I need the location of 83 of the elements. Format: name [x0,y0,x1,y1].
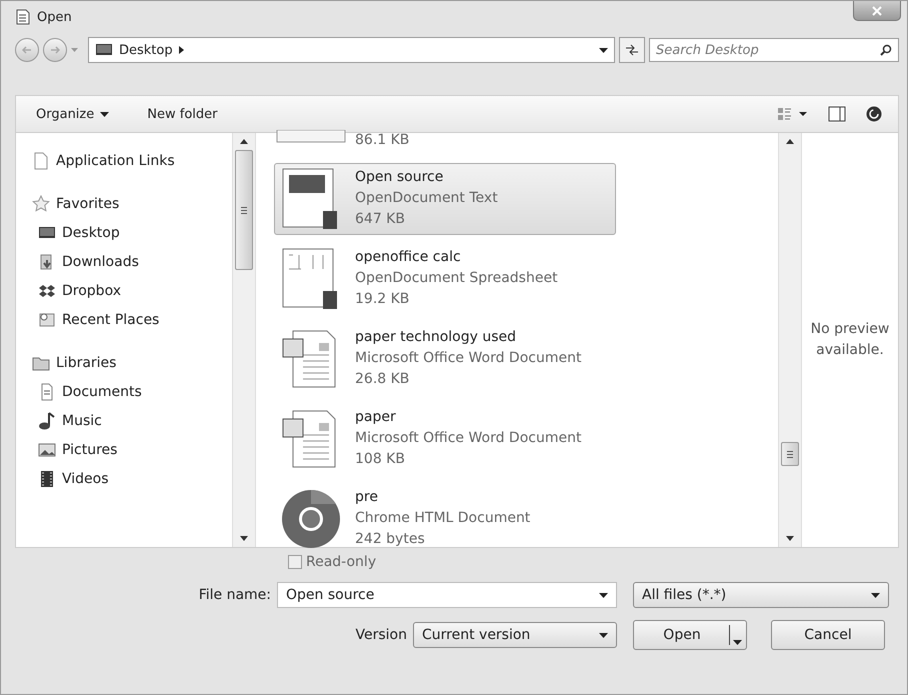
file-item[interactable]: openoffice calc OpenDocument Spreadsheet 19.2 KB [274,243,616,315]
file-size: 647 KB [355,210,406,229]
file-list-scrollbar[interactable] [778,133,802,547]
scroll-thumb[interactable] [781,442,799,466]
star-icon [32,194,50,212]
split-caret-icon [733,640,742,645]
refresh-arrows-icon [625,44,639,56]
file-item[interactable]: 86.1 KB [274,129,616,155]
file-type-dropdown[interactable]: All files (*.*) [633,582,889,608]
address-bar[interactable]: Desktop [88,37,615,63]
nav-item[interactable]: Music [32,407,232,434]
help-icon[interactable] [866,106,882,122]
dropdown-caret-icon [599,632,608,638]
back-arrow-icon [22,45,32,55]
pictures-icon [38,440,56,458]
preview-pane-icon[interactable] [828,106,846,122]
file-item[interactable]: paper technology used Microsoft Office Word Document 26.8 KB [274,323,616,395]
file-size: 86.1 KB [355,131,410,150]
read-only-checkbox[interactable] [288,555,302,569]
nav-item[interactable]: Videos [32,465,232,492]
scroll-thumb[interactable] [235,150,253,270]
forward-arrow-icon [50,45,60,55]
dropdown-caret-icon [100,112,110,116]
file-type: OpenDocument Spreadsheet [355,269,558,288]
view-options-icon[interactable] [778,107,808,121]
dropdown-caret-icon [599,592,608,598]
file-name: paper technology used [355,328,518,347]
scroll-down-icon[interactable] [240,536,248,541]
nav-item[interactable]: Pictures [32,436,232,463]
breadcrumb-location[interactable]: Desktop [119,42,173,58]
new-folder-button[interactable]: New folder [143,104,222,124]
cancel-button[interactable]: Cancel [771,620,885,650]
search-field[interactable]: Search Desktop [649,38,899,62]
grip-icon [787,450,793,458]
scroll-down-icon[interactable] [786,536,794,541]
file-type: OpenDocument Text [355,189,498,208]
file-name-label: File name: [198,587,271,603]
scroll-up-icon[interactable] [786,139,794,144]
open-button[interactable]: Open [633,620,747,650]
file-name: openoffice calc [355,248,462,267]
nav-item[interactable]: Downloads [32,248,232,275]
videos-icon [38,470,56,488]
nav-item[interactable]: Libraries [32,349,232,376]
nav-scrollbar[interactable] [232,133,256,547]
window-title: Open [37,10,72,24]
document-icon [15,9,31,25]
file-size: 26.8 KB [355,370,410,389]
file-size: 108 KB [355,450,406,469]
recent-icon [38,310,56,328]
nav-item[interactable]: Application Links [32,147,232,174]
nav-item[interactable]: Desktop [32,219,232,246]
file-item[interactable]: paper Microsoft Office Word Document 108 KB [274,403,616,475]
read-only-label: Read-only [306,554,376,570]
file-size: 242 bytes [355,530,426,549]
organize-menu[interactable]: Organize [32,104,114,124]
file-name: pre [355,488,379,507]
nav-item[interactable]: Recent Places [32,306,232,333]
preview-message: No preview available. [810,320,890,360]
nav-item[interactable]: Dropbox [32,277,232,304]
file-type: Chrome HTML Document [355,509,530,528]
search-icon [880,44,892,56]
dropdown-caret-icon [871,592,880,598]
file-item[interactable]: Open source OpenDocument Text 647 KB [274,163,616,235]
nav-item[interactable]: Documents [32,378,232,405]
grip-icon [241,206,247,214]
close-icon [872,6,882,16]
scroll-up-icon[interactable] [240,139,248,144]
file-name: Open source [355,168,444,187]
file-type: Microsoft Office Word Document [355,429,582,448]
nav-item[interactable]: Favorites [32,190,232,217]
page-icon [32,152,50,170]
close-button[interactable] [853,1,901,21]
version-label: Version [354,627,407,643]
file-item[interactable]: pre Chrome HTML Document 242 bytes [274,483,616,555]
file-name-field[interactable]: Open source [277,582,617,608]
refresh-button[interactable] [619,37,645,63]
file-type: Microsoft Office Word Document [355,349,582,368]
version-dropdown[interactable]: Current version [413,622,617,648]
breadcrumb-arrow-icon[interactable] [178,46,184,54]
file-name: paper [355,408,397,427]
file-size: 19.2 KB [355,290,410,309]
music-icon [38,412,56,430]
dropdown-caret-icon [599,48,608,52]
